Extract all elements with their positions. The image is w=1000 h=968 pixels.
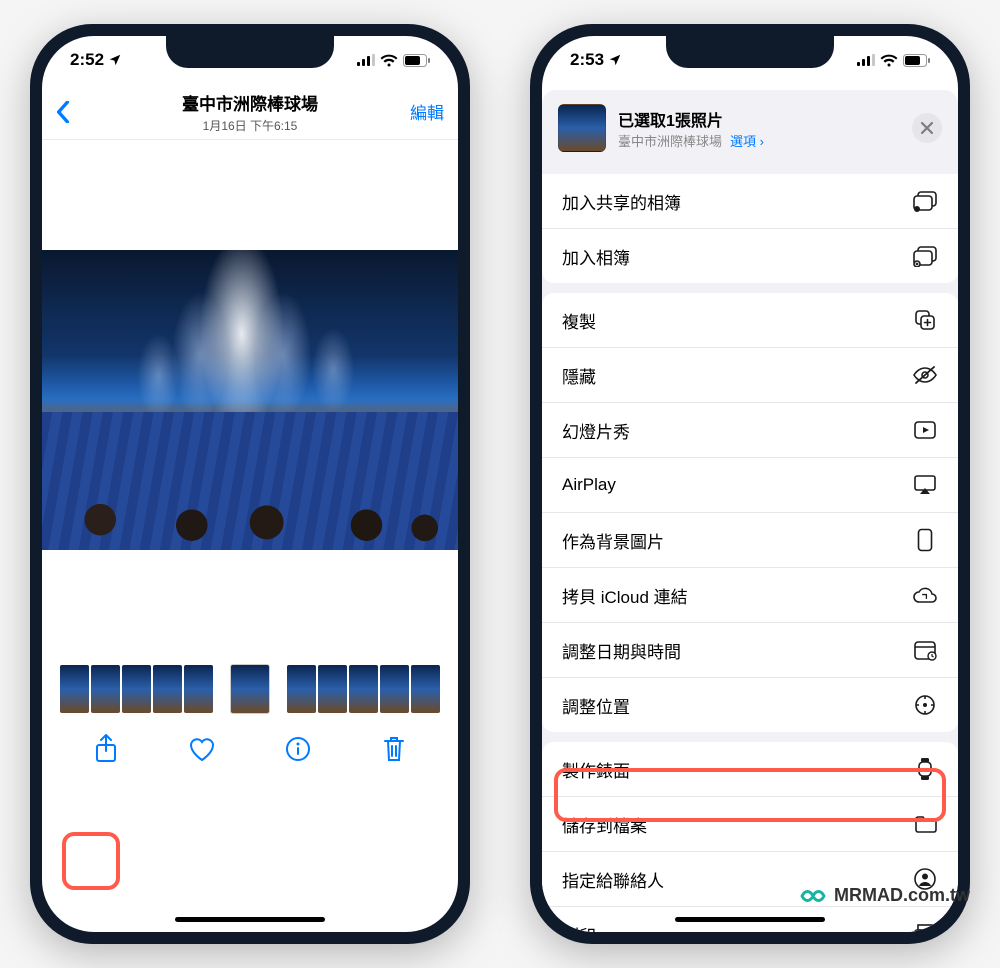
hide-icon — [912, 362, 938, 388]
add-album-icon — [912, 243, 938, 269]
watermark-text: MRMAD.com.tw — [834, 885, 970, 906]
favorite-button[interactable] — [182, 729, 222, 769]
location-arrow-icon — [108, 53, 122, 67]
action-label: 製作錶面 — [562, 757, 630, 782]
nav-title-text: 臺中市洲際棒球場 — [96, 90, 404, 115]
action-label: 作為背景圖片 — [562, 528, 664, 553]
print-icon — [912, 921, 938, 932]
wifi-icon — [880, 54, 898, 67]
thumbnail[interactable] — [411, 665, 440, 713]
thumbnail[interactable] — [184, 665, 213, 713]
action-save-to-files[interactable]: 儲存到檔案 — [542, 796, 958, 851]
action-add-shared-album[interactable]: 加入共享的相簿 — [542, 174, 958, 228]
status-time: 2:52 — [70, 50, 104, 70]
action-label: 加入相簿 — [562, 244, 630, 269]
action-group: 加入共享的相簿 加入相簿 — [542, 174, 958, 283]
action-label: 隱藏 — [562, 363, 596, 388]
share-action-list[interactable]: 加入共享的相簿 加入相簿 複製 — [542, 164, 958, 932]
action-copy[interactable]: 複製 — [542, 293, 958, 347]
notch — [166, 36, 334, 68]
thumbnail[interactable] — [349, 665, 378, 713]
battery-icon — [403, 54, 430, 67]
slideshow-icon — [912, 417, 938, 443]
folder-icon — [912, 811, 938, 837]
annotation-highlight-share — [62, 832, 120, 890]
airplay-icon — [912, 472, 938, 498]
cellular-signal-icon — [857, 54, 875, 66]
delete-button[interactable] — [374, 729, 414, 769]
thumbnail[interactable] — [380, 665, 409, 713]
action-label: 列印 — [562, 922, 596, 933]
phone-right: 2:53 已選取1張照片 — [530, 24, 970, 944]
shared-album-icon — [912, 188, 938, 214]
action-label: 複製 — [562, 308, 596, 333]
action-adjust-date-time[interactable]: 調整日期與時間 — [542, 622, 958, 677]
nav-title: 臺中市洲際棒球場 1月16日 下午6:15 — [96, 90, 404, 134]
cellular-signal-icon — [357, 54, 375, 66]
edit-button[interactable]: 編輯 — [404, 99, 444, 124]
back-button[interactable] — [56, 101, 96, 123]
thumbnail[interactable] — [91, 665, 120, 713]
share-title: 已選取1張照片 — [618, 107, 764, 131]
location-arrow-icon — [608, 53, 622, 67]
watermark-logo-icon — [800, 882, 826, 908]
action-slideshow[interactable]: 幻燈片秀 — [542, 402, 958, 457]
watch-face-icon — [912, 756, 938, 782]
action-label: 拷貝 iCloud 連結 — [562, 583, 688, 608]
action-hide[interactable]: 隱藏 — [542, 347, 958, 402]
location-icon — [912, 692, 938, 718]
icloud-link-icon — [912, 582, 938, 608]
thumbnail[interactable] — [153, 665, 182, 713]
thumbnail-selected[interactable] — [231, 665, 270, 713]
calendar-icon — [912, 637, 938, 663]
action-label: 調整位置 — [562, 693, 630, 718]
wallpaper-icon — [912, 527, 938, 553]
thumbnail[interactable] — [318, 665, 347, 713]
info-button[interactable] — [278, 729, 318, 769]
action-group: 複製 隱藏 幻燈片秀 — [542, 293, 958, 732]
watermark: MRMAD.com.tw — [800, 882, 970, 908]
nav-bar: 臺中市洲際棒球場 1月16日 下午6:15 編輯 — [42, 84, 458, 140]
action-label: 指定給聯絡人 — [562, 867, 664, 892]
share-sheet-header: 已選取1張照片 臺中市洲際棒球場 選項 › — [542, 90, 958, 164]
share-options-button[interactable]: 選項 › — [730, 131, 764, 150]
action-label: AirPlay — [562, 475, 616, 495]
photo-main[interactable] — [42, 250, 458, 550]
action-label: 加入共享的相簿 — [562, 189, 681, 214]
share-button[interactable] — [86, 729, 126, 769]
thumbnail[interactable] — [287, 665, 316, 713]
bottom-toolbar — [42, 718, 458, 780]
notch — [666, 36, 834, 68]
nav-subtitle-text: 1月16日 下午6:15 — [96, 117, 404, 134]
thumbnail[interactable] — [122, 665, 151, 713]
thumbnail[interactable] — [60, 665, 89, 713]
action-copy-icloud-link[interactable]: 拷貝 iCloud 連結 — [542, 567, 958, 622]
share-subtitle-location: 臺中市洲際棒球場 — [618, 131, 722, 150]
action-add-album[interactable]: 加入相簿 — [542, 228, 958, 283]
phone-left: 2:52 臺中市洲 — [30, 24, 470, 944]
action-label: 儲存到檔案 — [562, 812, 647, 837]
action-adjust-location[interactable]: 調整位置 — [542, 677, 958, 732]
close-button[interactable] — [912, 113, 942, 143]
share-sheet: 已選取1張照片 臺中市洲際棒球場 選項 › 加入共享的相簿 — [542, 90, 958, 932]
battery-icon — [903, 54, 930, 67]
action-label: 幻燈片秀 — [562, 418, 630, 443]
copy-icon — [912, 307, 938, 333]
photo-viewer[interactable] — [42, 140, 458, 660]
thumbnail-strip[interactable] — [42, 660, 458, 718]
share-thumbnail — [558, 104, 606, 152]
action-create-watch-face[interactable]: 製作錶面 — [542, 742, 958, 796]
status-time: 2:53 — [570, 50, 604, 70]
action-label: 調整日期與時間 — [562, 638, 681, 663]
home-indicator[interactable] — [675, 917, 825, 922]
home-indicator[interactable] — [175, 917, 325, 922]
action-airplay[interactable]: AirPlay — [542, 457, 958, 512]
action-wallpaper[interactable]: 作為背景圖片 — [542, 512, 958, 567]
wifi-icon — [380, 54, 398, 67]
